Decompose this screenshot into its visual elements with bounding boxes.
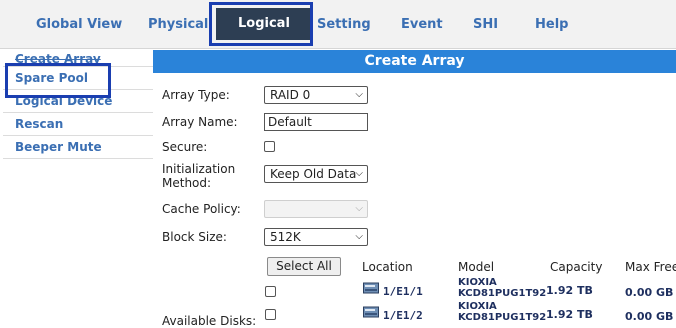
chevron-down-icon: ⌵ [355,89,363,100]
init-method-value: Keep Old Data [270,167,357,181]
sidebar: Create Array Spare Pool Logical Device R… [3,52,153,159]
array-name-value: Default [268,115,312,129]
chevron-down-icon: ⌵ [355,168,363,179]
column-max-free: Max Free [625,260,676,274]
disk-capacity: 1.92 TB [546,308,593,321]
disk-max-free: 0.00 GB [625,310,674,323]
array-type-label: Array Type: [162,88,230,102]
sidebar-item-rescan[interactable]: Rescan [3,113,153,136]
disk-model-number: KCD81PUG1T92 [458,288,547,299]
chevron-down-icon: ⌵ [355,203,363,214]
disk-max-free: 0.00 GB [625,286,674,299]
select-all-button[interactable]: Select All [267,257,341,276]
disk-capacity: 1.92 TB [546,284,593,297]
tab-setting[interactable]: Setting [317,17,371,32]
tab-help[interactable]: Help [535,17,568,32]
init-method-label-line1: Initialization [162,162,236,176]
secure-label: Secure: [162,140,208,154]
disk-model-number: KCD81PUG1T92 [458,312,547,323]
tab-physical[interactable]: Physical [148,17,208,32]
init-method-select[interactable]: Keep Old Data ⌵ [264,165,368,183]
tab-event[interactable]: Event [401,17,443,32]
page-title: Create Array [153,50,676,73]
hard-disk-icon [363,282,379,294]
block-size-select[interactable]: 512K ⌵ [264,228,368,246]
array-name-label: Array Name: [162,115,238,129]
init-method-label-line2: Method: [162,176,212,190]
disk-checkbox[interactable] [265,286,276,297]
disk-location: 1/E1/1 [383,285,423,298]
available-disks-label: Available Disks: [162,314,257,328]
disk-model-brand: KIOXIA [458,277,497,288]
column-model: Model [458,260,495,274]
disk-model-brand: KIOXIA [458,301,497,312]
tab-shi[interactable]: SHI [473,17,498,32]
column-location: Location [362,260,413,274]
secure-checkbox[interactable] [264,141,275,152]
block-size-label: Block Size: [162,230,227,244]
sidebar-item-beeper-mute[interactable]: Beeper Mute [3,136,153,159]
sidebar-item-create-array[interactable]: Create Array [3,52,153,67]
sidebar-item-logical-device[interactable]: Logical Device [3,90,153,113]
cache-policy-label: Cache Policy: [162,202,241,216]
tab-global-view[interactable]: Global View [36,17,122,32]
array-name-input[interactable]: Default [264,113,368,131]
column-capacity: Capacity [550,260,603,274]
array-type-select[interactable]: RAID 0 ⌵ [264,86,368,104]
cache-policy-select[interactable]: ⌵ [264,200,368,218]
tab-logical[interactable]: Logical [216,8,312,40]
chevron-down-icon: ⌵ [355,231,363,242]
block-size-value: 512K [270,230,301,244]
disk-location: 1/E1/2 [383,309,423,322]
top-nav: Global View Physical Logical Setting Eve… [0,0,676,49]
disk-checkbox[interactable] [265,309,276,320]
hard-disk-icon [363,306,379,318]
array-type-value: RAID 0 [270,88,311,102]
sidebar-item-spare-pool[interactable]: Spare Pool [3,67,153,90]
